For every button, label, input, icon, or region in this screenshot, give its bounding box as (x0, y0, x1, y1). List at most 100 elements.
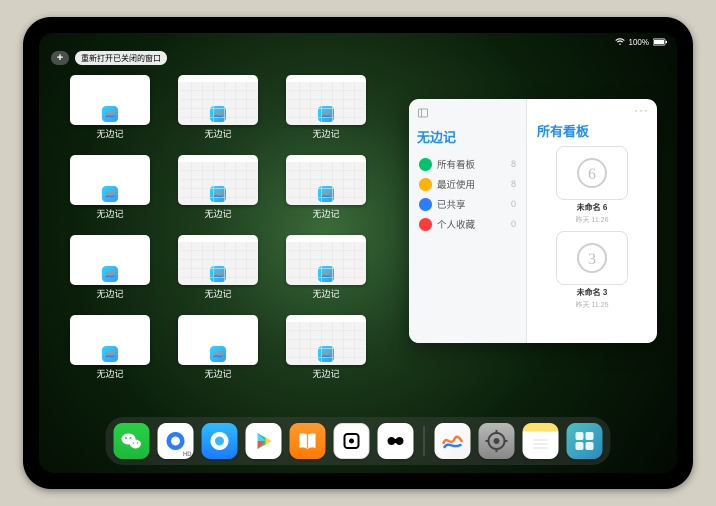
app-window-card[interactable]: 无边记 (67, 235, 153, 305)
board-item[interactable]: 3 未命名 3 昨天 11:25 (537, 231, 647, 310)
window-label: 无边记 (96, 207, 123, 220)
window-label: 无边记 (312, 367, 339, 380)
window-label: 无边记 (312, 207, 339, 220)
window-thumbnail (70, 235, 150, 285)
app-window-card[interactable]: 无边记 (67, 155, 153, 225)
window-label: 无边记 (96, 127, 123, 140)
window-label: 无边记 (204, 367, 231, 380)
category-label: 个人收藏 (437, 217, 475, 231)
category-icon (419, 158, 432, 171)
board-list-title: 所有看板 (537, 121, 589, 140)
app-window-card[interactable]: 无边记 (175, 235, 261, 305)
app-window-card[interactable]: 无边记 (175, 315, 261, 385)
board-subtitle: 昨天 11:25 (576, 300, 609, 310)
window-thumbnail (286, 315, 366, 365)
play-store-icon[interactable] (246, 423, 282, 459)
app-window-card[interactable]: 无边记 (283, 75, 369, 145)
window-thumbnail (286, 155, 366, 205)
app-library-icon[interactable] (567, 423, 603, 459)
app-window-card[interactable]: 无边记 (283, 235, 369, 305)
board-thumbnail: 3 (556, 231, 628, 285)
reopen-closed-window-button[interactable]: 重新打开已关闭的窗口 (75, 51, 167, 65)
window-thumbnail (70, 315, 150, 365)
window-label: 无边记 (204, 207, 231, 220)
board-list-panel: ··· 所有看板 6 未命名 6 昨天 11:26 3 未命名 3 昨天 11:25 (527, 99, 657, 343)
sidebar-category[interactable]: 所有看板 8 (417, 154, 518, 174)
ar-icon[interactable] (334, 423, 370, 459)
svg-text:3: 3 (588, 251, 596, 268)
wifi-icon (615, 38, 625, 46)
window-thumbnail (70, 155, 150, 205)
qq-hd-icon[interactable] (158, 423, 194, 459)
top-controls: + 重新打开已关闭的窗口 (51, 51, 167, 65)
app-window-card[interactable]: 无边记 (283, 315, 369, 385)
category-label: 所有看板 (437, 157, 475, 171)
sidebar: 无边记 所有看板8最近使用8已共享0个人收藏0 (409, 99, 527, 343)
screen: 100% + 重新打开已关闭的窗口 无边记无边记无边记无边记无边记无边记无边记无… (39, 33, 677, 473)
window-thumbnail (286, 235, 366, 285)
freeform-app-icon (210, 106, 226, 122)
battery-icon (653, 38, 667, 46)
wechat-icon[interactable] (114, 423, 150, 459)
app-window-card[interactable]: 无边记 (175, 155, 261, 225)
window-label: 无边记 (312, 127, 339, 140)
freeform-app-window[interactable]: 无边记 所有看板8最近使用8已共享0个人收藏0 ··· 所有看板 6未命名 6昨… (409, 99, 657, 343)
app-window-card[interactable]: 无边记 (67, 315, 153, 385)
svg-text:6: 6 (588, 166, 596, 183)
freeform-app-icon (318, 346, 334, 362)
window-label: 无边记 (96, 287, 123, 300)
window-thumbnail (178, 155, 258, 205)
app-window-card[interactable]: 无边记 (67, 75, 153, 145)
ipad-frame: 100% + 重新打开已关闭的窗口 无边记无边记无边记无边记无边记无边记无边记无… (23, 17, 693, 489)
app-window-card[interactable]: 无边记 (283, 155, 369, 225)
category-count: 8 (511, 159, 516, 169)
window-thumbnail (178, 75, 258, 125)
window-thumbnail (178, 235, 258, 285)
freeform-app-icon (102, 266, 118, 282)
status-bar: 100% (39, 33, 677, 51)
freeform-app-icon (318, 266, 334, 282)
freeform-app-icon (318, 106, 334, 122)
app-window-card[interactable]: 无边记 (175, 75, 261, 145)
board-subtitle: 昨天 11:26 (576, 215, 609, 225)
freeform-app-icon (318, 186, 334, 202)
window-label: 无边记 (204, 287, 231, 300)
freeform-icon[interactable] (435, 423, 471, 459)
window-thumbnail (178, 315, 258, 365)
window-label: 无边记 (312, 287, 339, 300)
more-button[interactable]: ··· (634, 103, 649, 117)
category-count: 0 (511, 219, 516, 229)
sidebar-header-icon (417, 107, 518, 119)
dock (106, 417, 611, 465)
dock-separator (424, 426, 425, 456)
freeform-app-icon (102, 186, 118, 202)
window-thumbnail (286, 75, 366, 125)
freeform-app-icon (102, 346, 118, 362)
sidebar-category[interactable]: 个人收藏 0 (417, 214, 518, 234)
board-item[interactable]: 6 未命名 6 昨天 11:26 (537, 146, 647, 225)
freeform-app-icon (210, 266, 226, 282)
window-label: 无边记 (96, 367, 123, 380)
qq-icon[interactable] (202, 423, 238, 459)
battery-pct: 100% (629, 38, 649, 47)
category-count: 0 (511, 199, 516, 209)
window-label: 无边记 (204, 127, 231, 140)
add-window-button[interactable]: + (51, 51, 69, 65)
category-icon (419, 218, 432, 231)
settings-icon[interactable] (479, 423, 515, 459)
sidebar-title: 无边记 (417, 127, 518, 146)
freeform-app-icon (210, 346, 226, 362)
sidebar-category[interactable]: 已共享 0 (417, 194, 518, 214)
category-label: 已共享 (437, 197, 466, 211)
sidebar-category[interactable]: 最近使用8 (417, 174, 518, 194)
category-count: 8 (511, 179, 516, 189)
notes-icon[interactable] (523, 423, 559, 459)
books-icon[interactable] (290, 423, 326, 459)
lens-icon[interactable] (378, 423, 414, 459)
app-expose-grid: 无边记无边记无边记无边记无边记无边记无边记无边记无边记无边记无边记无边记 (67, 75, 369, 385)
board-thumbnail: 6 (556, 146, 628, 200)
board-name: 未命名 3 (577, 287, 608, 298)
freeform-app-icon (210, 186, 226, 202)
board-name: 未命名 6 (577, 202, 608, 213)
window-thumbnail (70, 75, 150, 125)
